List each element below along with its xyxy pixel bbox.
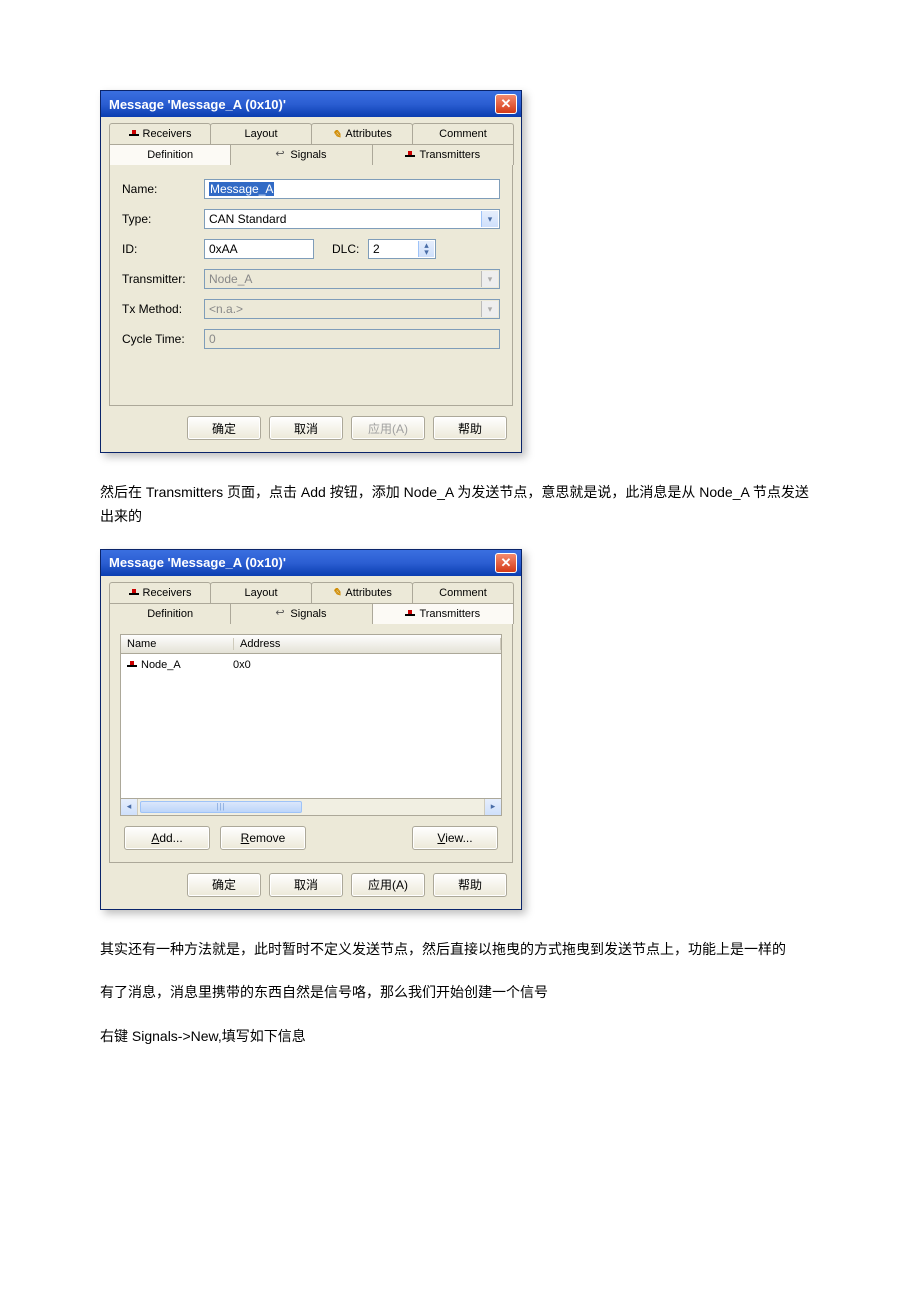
- txmethod-label: Tx Method:: [122, 302, 204, 316]
- txmethod-select: <n.a.>▾: [204, 299, 500, 319]
- pencil-icon: ✎: [332, 586, 341, 599]
- node-icon: [405, 610, 415, 618]
- transmitter-select: Node_A▾: [204, 269, 500, 289]
- chevron-down-icon: ▾: [481, 271, 498, 287]
- id-label: ID:: [122, 242, 204, 256]
- type-label: Type:: [122, 212, 204, 226]
- tab-transmitters[interactable]: Transmitters: [372, 144, 514, 165]
- name-label: Name:: [122, 182, 204, 196]
- signal-icon: [276, 151, 286, 159]
- scroll-left-icon[interactable]: ◂: [121, 799, 138, 815]
- body-text-2: 其实还有一种方法就是，此时暂时不定义发送节点，然后直接以拖曳的方式拖曳到发送节点…: [100, 938, 820, 962]
- window-title: Message 'Message_A (0x10)': [109, 97, 286, 112]
- horizontal-scrollbar[interactable]: ◂ ||| ▸: [120, 799, 502, 816]
- chevron-down-icon: ▾: [481, 301, 498, 317]
- node-icon: [405, 151, 415, 159]
- list-header: Name Address: [120, 634, 502, 653]
- tab-definition[interactable]: Definition: [109, 603, 231, 624]
- tab-comment[interactable]: Comment: [412, 123, 514, 144]
- name-input[interactable]: Message_A: [204, 179, 500, 199]
- tab-signals[interactable]: Signals: [230, 603, 372, 624]
- transmitter-list[interactable]: Node_A 0x0: [120, 653, 502, 799]
- chevron-down-icon[interactable]: ▾: [481, 211, 498, 227]
- body-text-3: 有了消息，消息里携带的东西自然是信号咯，那么我们开始创建一个信号: [100, 981, 820, 1005]
- help-button[interactable]: 帮助: [433, 416, 507, 440]
- close-icon[interactable]: ✕: [495, 94, 517, 114]
- apply-button: 应用(A): [351, 416, 425, 440]
- cell-name: Node_A: [141, 659, 229, 671]
- dlc-stepper[interactable]: 2▴▾: [368, 239, 436, 259]
- cancel-button[interactable]: 取消: [269, 873, 343, 897]
- titlebar[interactable]: Message 'Message_A (0x10)' ✕: [101, 91, 521, 117]
- tab-definition[interactable]: Definition: [109, 144, 231, 165]
- node-icon: [129, 589, 139, 597]
- add-button[interactable]: Add...: [124, 826, 210, 850]
- tab-attributes[interactable]: ✎Attributes: [311, 123, 413, 144]
- cycletime-label: Cycle Time:: [122, 332, 204, 346]
- ok-button[interactable]: 确定: [187, 873, 261, 897]
- titlebar[interactable]: Message 'Message_A (0x10)' ✕: [101, 550, 521, 576]
- dlc-label: DLC:: [332, 242, 368, 256]
- tab-receivers[interactable]: Receivers: [109, 582, 211, 603]
- cancel-button[interactable]: 取消: [269, 416, 343, 440]
- view-button[interactable]: View...: [412, 826, 498, 850]
- spinner-icon[interactable]: ▴▾: [418, 241, 434, 257]
- node-icon: [129, 130, 139, 138]
- tab-signals[interactable]: Signals: [230, 144, 372, 165]
- node-icon: [127, 661, 137, 669]
- pencil-icon: ✎: [332, 128, 341, 141]
- window-title: Message 'Message_A (0x10)': [109, 555, 286, 570]
- id-input[interactable]: 0xAA: [204, 239, 314, 259]
- apply-button[interactable]: 应用(A): [351, 873, 425, 897]
- remove-button[interactable]: Remove: [220, 826, 306, 850]
- tab-attributes[interactable]: ✎Attributes: [311, 582, 413, 603]
- tab-panel-definition: Name: Message_A Type: CAN Standard▾ ID: …: [109, 164, 513, 406]
- scroll-thumb[interactable]: |||: [140, 801, 302, 813]
- col-address[interactable]: Address: [234, 638, 501, 650]
- tab-panel-transmitters: Name Address Node_A 0x0 ◂ ||| ▸: [109, 623, 513, 863]
- tab-comment[interactable]: Comment: [412, 582, 514, 603]
- signal-icon: [276, 610, 286, 618]
- col-name[interactable]: Name: [121, 638, 234, 650]
- list-item[interactable]: Node_A 0x0: [121, 658, 501, 672]
- cell-address: 0x0: [233, 659, 251, 671]
- message-dialog-definition: Message 'Message_A (0x10)' ✕ Receivers L…: [100, 90, 522, 453]
- ok-button[interactable]: 确定: [187, 416, 261, 440]
- help-button[interactable]: 帮助: [433, 873, 507, 897]
- close-icon[interactable]: ✕: [495, 553, 517, 573]
- body-text-4: 右键 Signals->New,填写如下信息: [100, 1025, 820, 1049]
- transmitter-label: Transmitter:: [122, 272, 204, 286]
- body-text-1: 然后在 Transmitters 页面，点击 Add 按钮，添加 Node_A …: [100, 481, 820, 529]
- tab-layout[interactable]: Layout: [210, 582, 312, 603]
- cycletime-input: 0: [204, 329, 500, 349]
- tab-layout[interactable]: Layout: [210, 123, 312, 144]
- tab-transmitters[interactable]: Transmitters: [372, 603, 514, 624]
- tab-receivers[interactable]: Receivers: [109, 123, 211, 144]
- scroll-right-icon[interactable]: ▸: [484, 799, 501, 815]
- type-select[interactable]: CAN Standard▾: [204, 209, 500, 229]
- message-dialog-transmitters: Message 'Message_A (0x10)' ✕ Receivers L…: [100, 549, 522, 910]
